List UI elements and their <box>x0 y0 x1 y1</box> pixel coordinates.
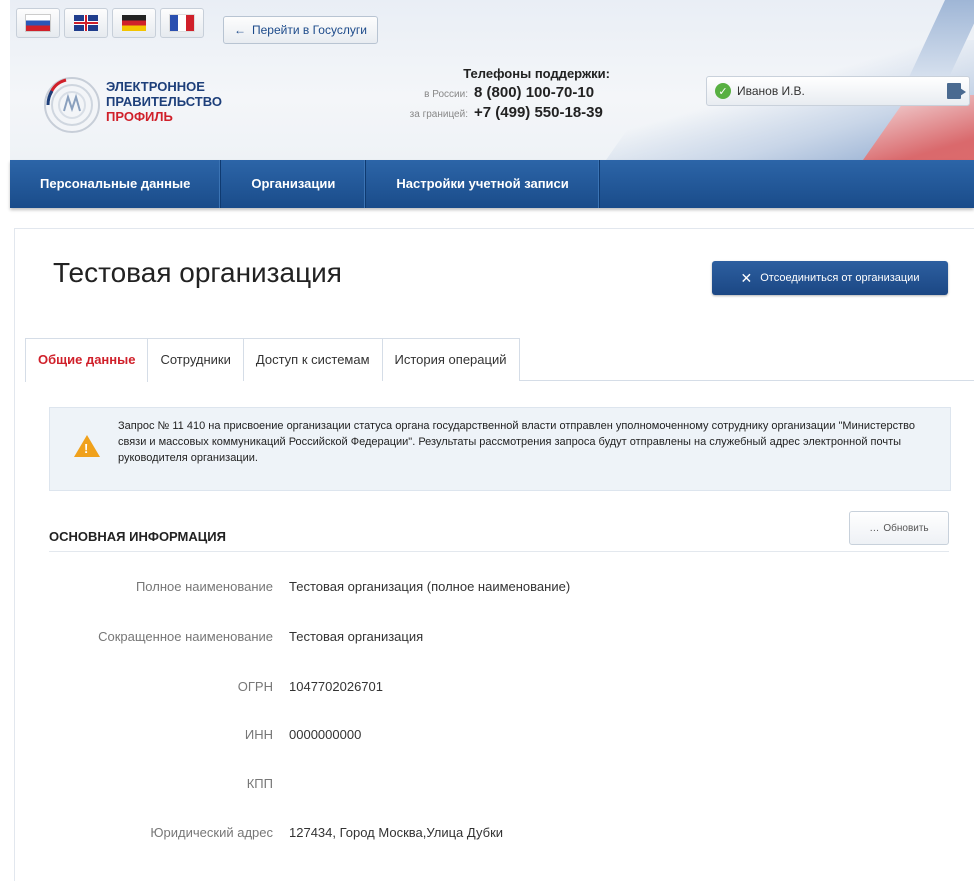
info-row-short-name: Сокращенное наименование Тестовая органи… <box>49 629 423 644</box>
info-label: ИНН <box>244 727 273 742</box>
logo-line-2: ПРАВИТЕЛЬСТВО <box>106 94 222 109</box>
logo-line-3: ПРОФИЛЬ <box>106 109 173 124</box>
info-label: Полное наименование <box>135 579 273 594</box>
warning-alert: ! Запрос № 11 410 на присвоение организа… <box>49 407 951 491</box>
tab-system-access[interactable]: Доступ к системам <box>243 338 383 381</box>
section-title: ОСНОВНАЯ ИНФОРМАЦИЯ <box>49 529 226 544</box>
lang-de-button[interactable] <box>112 8 156 38</box>
logo-line-1: ЭЛЕКТРОННОЕ <box>106 79 205 94</box>
content-panel: Тестовая организация ✕ Отсоединиться от … <box>14 228 974 881</box>
goto-gosuslugi-button[interactable]: ← Перейти в Госуслуги <box>223 16 378 44</box>
flag-de-icon <box>122 15 146 31</box>
nav-organizations[interactable]: Организации <box>221 160 367 208</box>
refresh-label: Обновить <box>883 522 929 534</box>
info-row-kpp: КПП <box>49 776 289 791</box>
support-abroad-label: за границей: <box>409 109 468 120</box>
tab-general[interactable]: Общие данные <box>25 338 149 382</box>
info-value: 127434, Город Москва,Улица Дубки <box>289 825 504 840</box>
support-russia-label: в России: <box>424 89 468 100</box>
section-divider <box>49 551 949 552</box>
info-value: Тестовая организация <box>289 629 424 644</box>
logout-icon[interactable] <box>947 83 966 99</box>
support-phones: Телефоны поддержки: в России: 8 (800) 10… <box>380 66 640 121</box>
flag-ru-icon <box>25 14 51 32</box>
support-title: Телефоны поддержки: <box>463 66 610 81</box>
info-row-inn: ИНН 0000000000 <box>49 727 361 742</box>
info-row-ogrn: ОГРН 1047702026701 <box>49 679 383 694</box>
disconnect-label: Отсоединиться от организации <box>760 272 920 284</box>
language-switcher <box>16 8 204 38</box>
page-title: Тестовая организация <box>53 257 342 288</box>
user-menu[interactable]: ✓ Иванов И.В. <box>706 76 970 106</box>
nav-account-settings[interactable]: Настройки учетной записи <box>366 160 600 208</box>
disconnect-button[interactable]: ✕ Отсоединиться от организации <box>712 261 948 295</box>
tab-employees[interactable]: Сотрудники <box>148 338 244 381</box>
support-abroad-phone: +7 (499) 550-18-39 <box>474 104 603 121</box>
info-label: Юридический адрес <box>150 825 273 840</box>
tab-operations-history[interactable]: История операций <box>382 338 520 381</box>
user-name: Иванов И.В. <box>737 84 805 98</box>
info-value: 1047702026701 <box>289 679 383 694</box>
arrow-left-icon: ← <box>234 23 246 37</box>
logo-text: ЭЛЕКТРОННОЕ ПРАВИТЕЛЬСТВО ПРОФИЛЬ <box>106 79 222 124</box>
nav-personal-data[interactable]: Персональные данные <box>10 160 222 208</box>
flag-fr-icon <box>169 14 195 32</box>
lang-fr-button[interactable] <box>160 8 204 38</box>
info-label: Сокращенное наименование <box>98 629 273 644</box>
main-nav: Персональные данные Организации Настройк… <box>10 160 974 208</box>
header: ← Перейти в Госуслуги ЭЛЕКТРОННОЕ ПРАВИТ… <box>10 0 974 162</box>
support-russia-phone: 8 (800) 100-70-10 <box>474 84 595 101</box>
info-label: ОГРН <box>237 679 273 694</box>
info-label: КПП <box>246 776 273 791</box>
check-icon: ✓ <box>715 83 731 99</box>
close-icon: ✕ <box>740 269 753 286</box>
ellipsis-icon: … <box>869 522 880 534</box>
goto-gosuslugi-label: Перейти в Госуслуги <box>252 23 367 37</box>
info-row-legal-address: Юридический адрес 127434, Город Москва,У… <box>49 825 503 840</box>
lang-ru-button[interactable] <box>16 8 60 38</box>
lang-en-button[interactable] <box>64 8 108 38</box>
info-value: Тестовая организация (полное наименовани… <box>289 579 571 594</box>
info-value: 0000000000 <box>289 727 362 742</box>
tabs: Общие данные Сотрудники Доступ к система… <box>25 338 520 382</box>
info-row-full-name: Полное наименование Тестовая организация… <box>49 579 570 594</box>
alert-text: Запрос № 11 410 на присвоение организаци… <box>118 420 915 464</box>
refresh-button[interactable]: … Обновить <box>849 511 949 545</box>
logo-icon <box>44 77 100 133</box>
flag-uk-icon <box>74 15 98 31</box>
